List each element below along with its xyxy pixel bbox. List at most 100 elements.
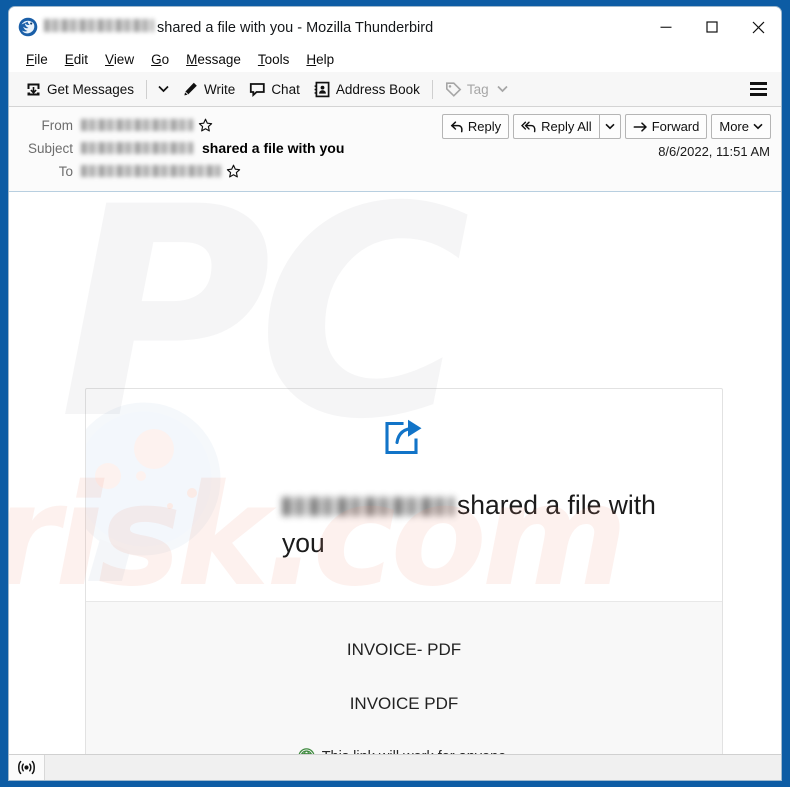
link-notice: This link will work for anyone. <box>298 748 511 755</box>
to-label: To <box>58 163 73 179</box>
menu-item-edit[interactable]: Edit <box>57 50 97 69</box>
toolbar-separator-1 <box>146 79 148 99</box>
close-icon <box>752 21 764 33</box>
file-title: INVOICE- PDF <box>346 640 462 659</box>
message-date: 8/6/2022, 11:51 AM <box>658 144 770 159</box>
chevron-down-icon <box>605 123 615 130</box>
title-bar: shared a file with you - Mozilla Thunder… <box>9 7 781 47</box>
card-file-section: INVOICE- PDF INVOICE PDF This link will … <box>86 602 722 754</box>
menu-item-message[interactable]: Message <box>178 50 250 69</box>
link-notice-text: This link will work for anyone. <box>322 749 511 755</box>
redacted-to-address <box>81 165 221 177</box>
from-value <box>81 118 213 133</box>
hamburger-line <box>750 93 767 96</box>
star-icon-to[interactable] <box>226 164 241 179</box>
tag-button[interactable]: Tag <box>438 77 515 102</box>
redacted-sender-title <box>44 18 154 32</box>
chevron-down-icon <box>497 85 508 93</box>
menu-label-view-rest: iew <box>113 52 135 67</box>
get-messages-dropdown[interactable] <box>152 81 175 97</box>
chat-button[interactable]: Chat <box>242 77 307 102</box>
main-toolbar: Get Messages Write Chat Address Book Tag <box>9 72 781 107</box>
chevron-down-icon <box>158 85 169 93</box>
maximize-button[interactable] <box>689 7 735 47</box>
chat-label: Chat <box>271 81 300 97</box>
to-value <box>81 164 241 179</box>
menu-item-go[interactable]: Go <box>143 50 178 69</box>
chat-bubble-icon <box>250 82 266 97</box>
forward-icon <box>633 121 647 132</box>
redacted-subject-sender <box>81 142 193 154</box>
address-book-button[interactable]: Address Book <box>307 77 427 102</box>
subject-label: Subject <box>27 140 73 156</box>
menu-label-tools-rest: ools <box>264 52 290 67</box>
to-row: To <box>19 160 771 182</box>
shared-file-card: shared a file with you INVOICE- PDF INVO… <box>85 388 723 754</box>
share-icon <box>385 419 422 455</box>
globe-icon <box>298 748 315 754</box>
thunderbird-window: shared a file with you - Mozilla Thunder… <box>8 6 782 781</box>
rss-broadcast-icon <box>18 760 35 775</box>
get-messages-label: Get Messages <box>47 81 135 97</box>
toolbar-separator-2 <box>431 79 433 99</box>
file-name: INVOICE PDF <box>349 694 459 713</box>
reply-button[interactable]: Reply <box>441 114 510 139</box>
menu-item-help[interactable]: Help <box>298 50 343 69</box>
message-body-pane: PC risk.com shared a file with you INVOI… <box>9 192 781 754</box>
hamburger-line <box>750 87 767 91</box>
redacted-from-address <box>81 119 193 131</box>
reply-all-group: Reply All <box>513 114 621 139</box>
avatar-illustration <box>86 402 221 581</box>
window-controls <box>643 7 781 47</box>
menu-label-edit-rest: dit <box>73 52 89 67</box>
status-bar <box>9 754 781 780</box>
reply-icon <box>450 120 463 132</box>
app-menu-button[interactable] <box>746 77 771 101</box>
maximize-icon <box>706 21 718 33</box>
message-header-pane: From Subject shared a file with you To R… <box>9 107 781 192</box>
reply-all-icon <box>521 121 536 132</box>
minimize-button[interactable] <box>643 7 689 47</box>
card-headline: shared a file with you <box>282 487 702 562</box>
star-icon-from[interactable] <box>198 118 213 133</box>
message-actions: Reply Reply All Forward More <box>441 114 771 139</box>
reply-all-label: Reply All <box>541 119 592 134</box>
close-button[interactable] <box>735 7 781 47</box>
window-title-text: shared a file with you - Mozilla Thunder… <box>157 19 434 36</box>
reply-label: Reply <box>467 119 502 134</box>
menu-bar: File Edit View Go Message Tools Help <box>9 47 781 72</box>
tag-label: Tag <box>466 81 489 97</box>
reply-all-button[interactable]: Reply All <box>513 114 599 139</box>
menu-label-message-rest: essage <box>197 52 241 67</box>
menu-label-help-rest: elp <box>316 52 335 67</box>
redacted-sender-headline <box>282 497 454 516</box>
forward-button[interactable]: Forward <box>624 114 708 139</box>
get-messages-icon <box>27 83 40 95</box>
more-label: More <box>719 119 749 134</box>
menu-item-view[interactable]: View <box>97 50 143 69</box>
subject-text: shared a file with you <box>202 140 345 156</box>
from-label: From <box>41 117 74 133</box>
hamburger-line <box>750 82 767 85</box>
address-book-label: Address Book <box>335 81 420 97</box>
subject-value: shared a file with you <box>81 140 344 156</box>
pencil-icon <box>184 82 197 95</box>
rss-status-button[interactable] <box>9 755 45 780</box>
menu-item-file[interactable]: File <box>18 50 57 69</box>
more-button[interactable]: More <box>711 114 771 139</box>
reply-all-dropdown[interactable] <box>598 114 621 139</box>
menu-label-go-rest: o <box>161 52 170 67</box>
card-header-section: shared a file with you <box>86 389 722 602</box>
tag-icon <box>445 81 462 97</box>
menu-label-file-rest: ile <box>34 52 48 67</box>
write-label: Write <box>204 81 236 97</box>
forward-label: Forward <box>651 119 700 134</box>
chevron-down-icon <box>753 123 763 130</box>
get-messages-button[interactable]: Get Messages <box>18 77 141 102</box>
menu-item-tools[interactable]: Tools <box>250 50 299 69</box>
minimize-icon <box>660 26 672 28</box>
thunderbird-logo-icon <box>18 17 38 37</box>
address-book-icon <box>314 81 330 97</box>
window-title: shared a file with you - Mozilla Thunder… <box>44 18 434 36</box>
write-button[interactable]: Write <box>175 77 242 102</box>
